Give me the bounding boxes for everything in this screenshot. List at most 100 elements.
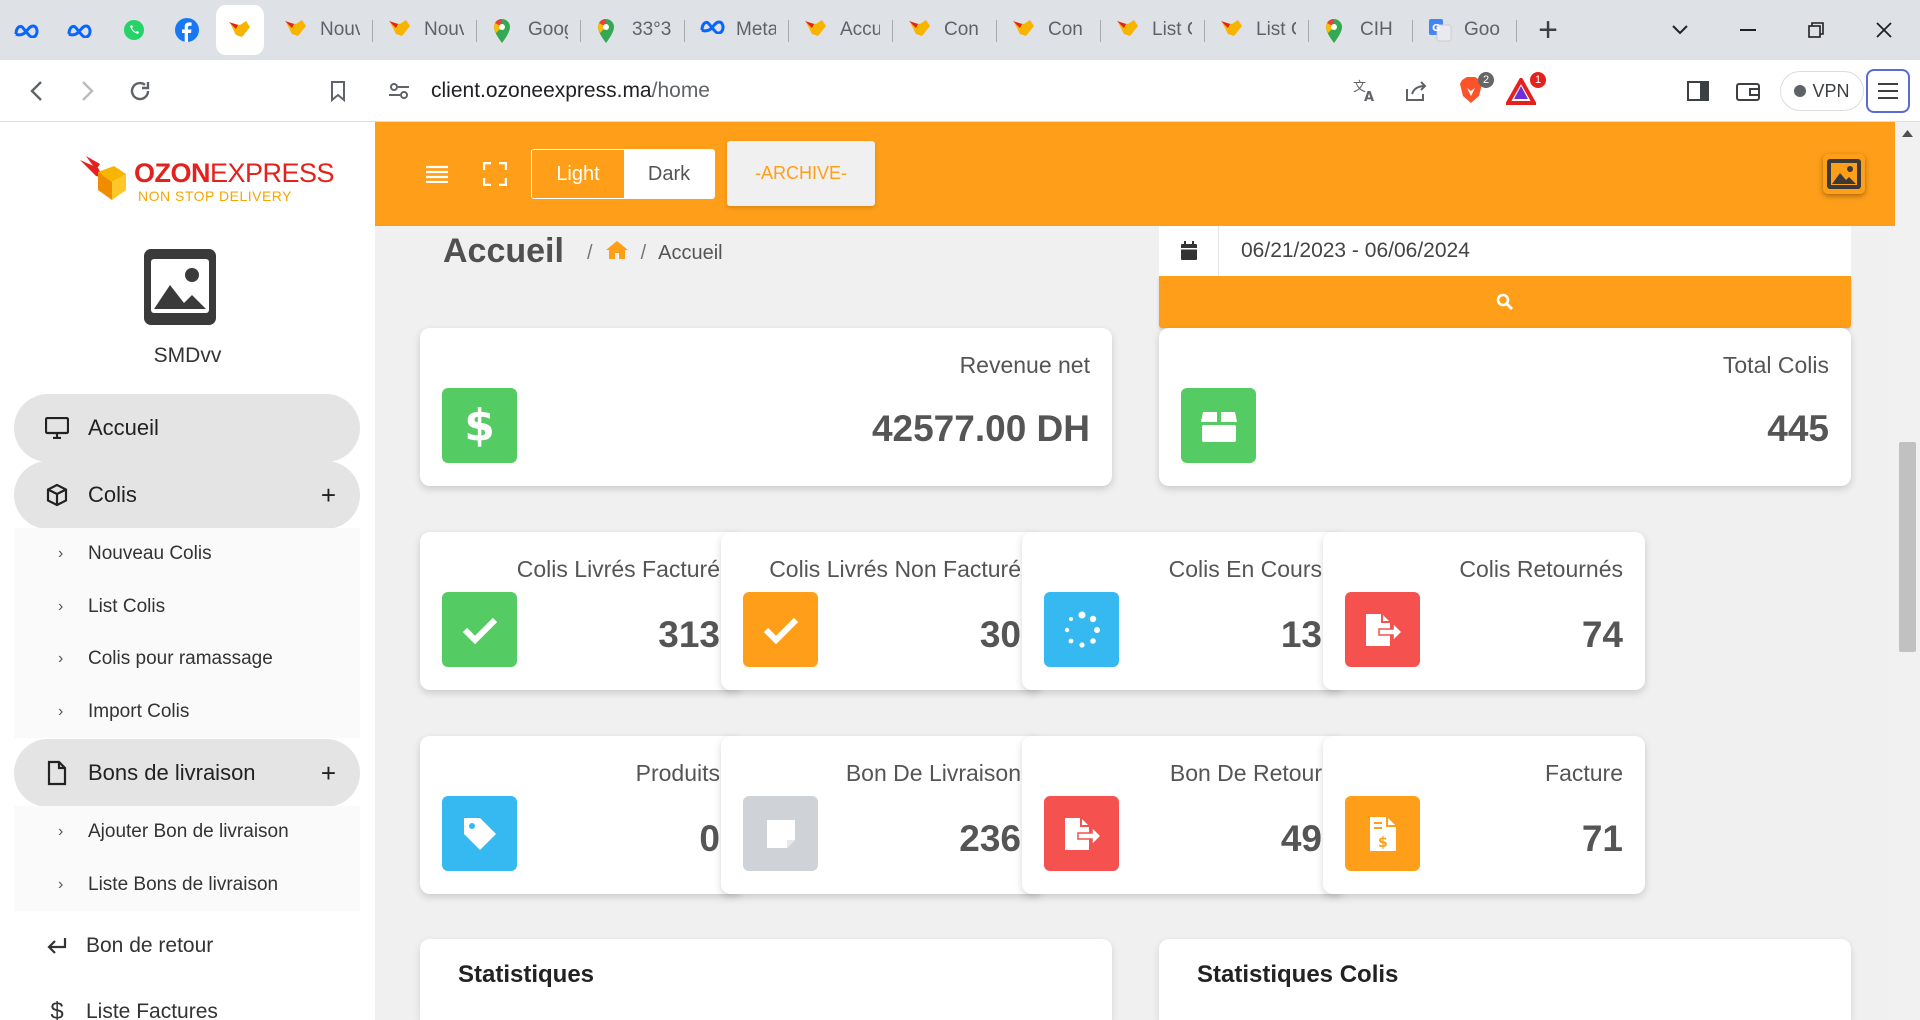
- meta-icon: [67, 24, 92, 38]
- browser-tab[interactable]: List C: [1210, 10, 1309, 50]
- stat-card[interactable]: Colis Livrés Non Facturé 30: [721, 532, 1043, 690]
- pinned-tab-whatsapp[interactable]: [110, 5, 158, 55]
- stat-card[interactable]: Produits 0: [420, 736, 742, 894]
- url-bar[interactable]: client.ozoneexpress.ma/home 文A 2 1: [372, 66, 1548, 116]
- tab-title: 33°3: [632, 19, 672, 40]
- browser-tab[interactable]: Meta: [690, 10, 789, 50]
- brave-shields-button[interactable]: 2: [1456, 72, 1494, 108]
- expand-colis-icon[interactable]: +: [321, 480, 336, 511]
- desktop-icon: [44, 415, 70, 441]
- browser-tab[interactable]: 33°3: [586, 10, 685, 50]
- ozon-icon: [388, 18, 412, 42]
- stat-card[interactable]: Facture 71 $: [1323, 736, 1645, 894]
- forward-button[interactable]: [62, 65, 114, 117]
- site-settings-icon[interactable]: [388, 81, 410, 101]
- stat-card-total-colis: Total Colis 445: [1159, 328, 1851, 486]
- ozon-icon: [1220, 18, 1244, 42]
- statistiques-panel: Statistiques: [420, 939, 1112, 1020]
- submenu-item[interactable]: › Liste Bons de livraison: [14, 859, 360, 912]
- box-icon: [44, 482, 70, 508]
- menu-liste-factures[interactable]: $ Liste Factures: [44, 998, 218, 1020]
- browser-tab[interactable]: Goog: [482, 10, 581, 50]
- stat-card[interactable]: Colis En Cours 13: [1022, 532, 1344, 690]
- date-range-picker[interactable]: 06/21/2023 - 06/06/2024: [1159, 226, 1851, 276]
- stat-card[interactable]: Bon De Retour 49: [1022, 736, 1344, 894]
- pinned-tab-facebook[interactable]: [163, 5, 211, 55]
- minimize-button[interactable]: [1714, 0, 1782, 60]
- reload-icon: [130, 81, 150, 100]
- sidebar-toggle-button[interactable]: [1674, 65, 1722, 117]
- scroll-up-icon[interactable]: [1902, 130, 1913, 137]
- arrow-left-icon: [30, 80, 42, 101]
- pinned-tab-ozon-active[interactable]: [216, 5, 264, 55]
- close-window-button[interactable]: [1850, 0, 1918, 60]
- expand-bons-icon[interactable]: +: [321, 758, 336, 789]
- pinned-tab-meta-2[interactable]: [57, 5, 105, 55]
- submenu-item[interactable]: › Import Colis: [14, 686, 360, 739]
- vpn-button[interactable]: VPN: [1780, 71, 1864, 111]
- browser-tab[interactable]: Con: [898, 10, 997, 50]
- hamburger-icon: [1878, 83, 1898, 99]
- user-avatar[interactable]: [142, 247, 218, 327]
- maps-icon: [596, 18, 620, 43]
- ozon-icon: [908, 18, 932, 42]
- browser-tab[interactable]: Nouv: [274, 10, 373, 50]
- main-content: Accueil / / Accueil 06/21/2023 - 06/06/2…: [375, 226, 1895, 1020]
- stat-card[interactable]: Bon De Livraison 236: [721, 736, 1043, 894]
- meta-icon: [14, 24, 39, 38]
- menu-factures-label: Liste Factures: [86, 1000, 218, 1020]
- submenu-item[interactable]: › Nouveau Colis: [14, 528, 360, 581]
- top-navbar: Light Dark -ARCHIVE-: [375, 122, 1895, 226]
- theme-dark-button[interactable]: Dark: [624, 150, 714, 198]
- breadcrumb: / / Accueil: [575, 240, 723, 266]
- browser-menu-button[interactable]: [1866, 69, 1910, 113]
- svg-text:$: $: [1378, 835, 1388, 851]
- home-icon[interactable]: [605, 240, 629, 266]
- rewards-badge: 1: [1530, 72, 1546, 88]
- pinned-tab-meta[interactable]: [4, 5, 52, 55]
- bookmark-button[interactable]: [312, 65, 364, 117]
- browser-tab[interactable]: G Goo: [1418, 10, 1517, 50]
- menu-bon-retour-label: Bon de retour: [86, 934, 214, 957]
- browser-tab[interactable]: Con: [1002, 10, 1101, 50]
- menu-bons-livraison[interactable]: Bons de livraison +: [14, 739, 360, 807]
- submenu-item[interactable]: › Colis pour ramassage: [14, 633, 360, 686]
- translate-icon: G: [1428, 18, 1452, 42]
- wallet-icon: [1736, 83, 1760, 101]
- new-tab-button[interactable]: +: [1525, 7, 1571, 53]
- translate-icon[interactable]: 文A: [1352, 79, 1378, 103]
- menu-bon-retour[interactable]: Bon de retour: [44, 934, 213, 958]
- browser-tab[interactable]: Accu: [794, 10, 893, 50]
- stat-label: Total Colis: [1722, 352, 1829, 378]
- scrollbar-thumb[interactable]: [1899, 442, 1916, 652]
- page-title: Accueil: [443, 232, 564, 270]
- submenu-item[interactable]: › List Colis: [14, 581, 360, 634]
- username: SMDvv: [153, 344, 222, 367]
- menu-toggle-button[interactable]: [417, 154, 457, 194]
- theme-light-button[interactable]: Light: [532, 150, 624, 198]
- brave-rewards-button[interactable]: 1: [1506, 72, 1546, 108]
- reload-button[interactable]: [114, 65, 166, 117]
- submenu-item-label: Colis pour ramassage: [88, 648, 273, 670]
- browser-tab[interactable]: Nouv: [378, 10, 477, 50]
- tab-search-chevron-icon[interactable]: [1646, 0, 1714, 60]
- ozon-express-logo[interactable]: OZONEXPRESS NON STOP DELIVERY: [80, 154, 335, 214]
- address-toolbar: client.ozoneexpress.ma/home 文A 2 1 VPN: [0, 60, 1920, 122]
- back-button[interactable]: [10, 65, 62, 117]
- browser-tab[interactable]: List C: [1106, 10, 1205, 50]
- archive-button[interactable]: -ARCHIVE-: [727, 141, 875, 206]
- stat-card[interactable]: Colis Retournés 74: [1323, 532, 1645, 690]
- stat-card[interactable]: Colis Livrés Facturé 313: [420, 532, 742, 690]
- submenu-item[interactable]: › Ajouter Bon de livraison: [14, 806, 360, 859]
- menu-colis[interactable]: Colis +: [14, 461, 360, 529]
- wallet-button[interactable]: [1724, 65, 1772, 117]
- profile-menu-button[interactable]: [1823, 154, 1865, 194]
- share-icon[interactable]: [1404, 79, 1428, 103]
- panel-title: Statistiques: [458, 961, 595, 988]
- restore-button[interactable]: [1782, 0, 1850, 60]
- menu-accueil[interactable]: Accueil: [14, 394, 360, 462]
- fullscreen-button[interactable]: [475, 154, 515, 194]
- search-button[interactable]: [1159, 276, 1851, 328]
- ozon-icon: [1116, 18, 1140, 42]
- browser-tab[interactable]: CIH: [1314, 10, 1413, 50]
